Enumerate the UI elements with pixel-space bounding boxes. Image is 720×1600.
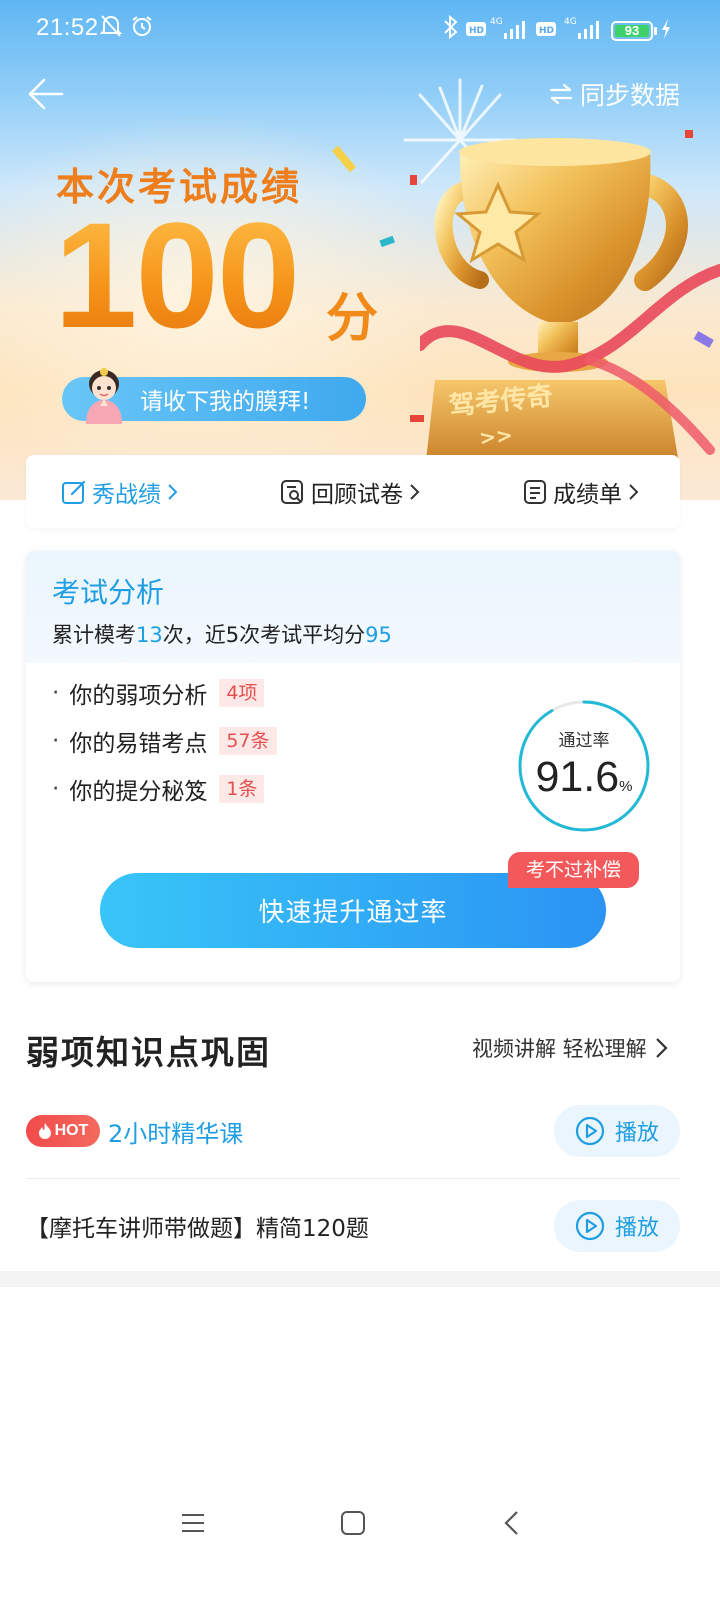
worship-text: 请收下我的膜拜! [140,389,311,415]
share-edit-icon [62,480,86,504]
back-button[interactable] [24,74,68,114]
video-explain-label: 视频讲解 轻松理解 [472,1037,647,1061]
hero-banner: 驾考传奇 >> 21:52 HD 4G HD 4G 93 同步数据 本次考试成绩… [0,0,720,500]
pass-rate-number: 91.6 [535,753,620,801]
pass-rate-label: 通过率 [558,731,610,751]
home-icon[interactable] [340,1510,366,1536]
svg-text:HD: HD [539,26,554,36]
course-title: 【摩托车讲师带做题】精简120题 [26,1216,369,1242]
analysis-title: 考试分析 [52,576,165,609]
show-record-button[interactable]: 秀战绩 [60,475,183,509]
battery-tip [654,27,657,35]
charging-icon [662,19,670,39]
sync-data-button[interactable]: 同步数据 [548,74,680,114]
pass-rate-value: 91.6% [516,753,652,802]
system-nav-bar [0,1490,720,1560]
signal-icon-sim1: HD 4G [466,17,525,39]
course-row[interactable]: HOT 2小时精华课 播放 [26,1105,680,1157]
battery-icon: 93 [611,21,653,41]
review-paper-button[interactable]: 回顾试卷 [279,475,425,509]
hot-badge-label: HOT [54,1122,89,1139]
mute-icon [100,15,122,37]
report-card-label: 成绩单 [553,481,622,508]
status-bar: 21:52 HD 4G HD 4G 93 [0,0,720,62]
report-card-button[interactable]: 成绩单 [521,475,644,509]
bullet: · [52,776,60,802]
tips-label: 你的提分秘笈 [69,779,208,805]
divider [26,1178,680,1179]
svg-text:4G: 4G [564,17,577,27]
tips-row[interactable]: · 你的提分秘笈 1条 [52,771,265,807]
score-unit: 分 [326,289,379,349]
svg-text:4G: 4G [490,17,503,27]
battery-level: 93 [624,23,640,38]
hot-badge: HOT [26,1115,100,1147]
action-bar: 秀战绩 回顾试卷 成绩单 [26,455,680,528]
chevron-right-icon [168,483,178,500]
video-explain-link[interactable]: 视频讲解 轻松理解 [472,1032,669,1064]
score-value: 100 [54,191,300,359]
summary-mid: 次，近5次考试平均分 [162,623,366,647]
weak-items-label: 你的弱项分析 [69,683,208,709]
back-nav-icon[interactable] [502,1510,522,1536]
bluetooth-icon [444,14,458,40]
course-row[interactable]: 【摩托车讲师带做题】精简120题 播放 [26,1200,680,1252]
weak-items-tag: 4项 [219,679,265,707]
section-separator [0,1271,720,1287]
arrow-left-icon [28,78,64,110]
play-button[interactable]: 播放 [554,1200,680,1252]
play-label: 播放 [614,1121,659,1146]
analysis-summary: 累计模考13次，近5次考试平均分95 [52,619,392,649]
play-circle-icon [575,1211,605,1241]
mock-count: 13 [136,623,163,647]
chevron-right-icon [629,483,639,500]
swap-icon [549,83,573,105]
svg-text:>>: >> [478,423,514,450]
review-paper-label: 回顾试卷 [311,481,403,508]
chevron-right-icon [655,1038,668,1058]
avatar-girl-icon [86,368,122,424]
play-label: 播放 [614,1216,659,1241]
flame-icon [38,1123,51,1139]
compensate-badge: 考不过补偿 [508,852,640,888]
tips-tag: 1条 [219,775,265,803]
bullet: · [52,680,60,706]
summary-prefix: 累计模考 [52,623,136,647]
avg-score: 95 [365,623,392,647]
alarm-icon [132,16,152,36]
weak-items-row[interactable]: · 你的弱项分析 4项 [52,675,265,711]
bullet: · [52,728,60,754]
error-points-label: 你的易错考点 [69,731,208,757]
sync-data-label: 同步数据 [580,81,681,110]
error-points-tag: 57条 [219,727,277,755]
pass-rate-unit: % [619,778,633,795]
menu-icon[interactable] [180,1510,206,1536]
review-search-icon [281,479,303,504]
weak-section-title: 弱项知识点巩固 [26,1033,271,1072]
play-circle-icon [575,1116,605,1146]
error-points-row[interactable]: · 你的易错考点 57条 [52,723,277,759]
chevron-right-icon [410,483,420,500]
course-title: 2小时精华课 [108,1119,244,1148]
play-button[interactable]: 播放 [554,1105,680,1157]
status-time: 21:52 [36,14,99,41]
trophy-icon: 驾考传奇 >> [420,138,720,470]
show-record-label: 秀战绩 [92,481,161,508]
signal-icon-sim2: HD 4G [536,17,599,39]
svg-text:HD: HD [469,26,484,36]
exam-analysis-card: 考试分析 累计模考13次，近5次考试平均分95 · 你的弱项分析 4项 · 你的… [26,551,680,982]
document-icon [524,479,546,504]
